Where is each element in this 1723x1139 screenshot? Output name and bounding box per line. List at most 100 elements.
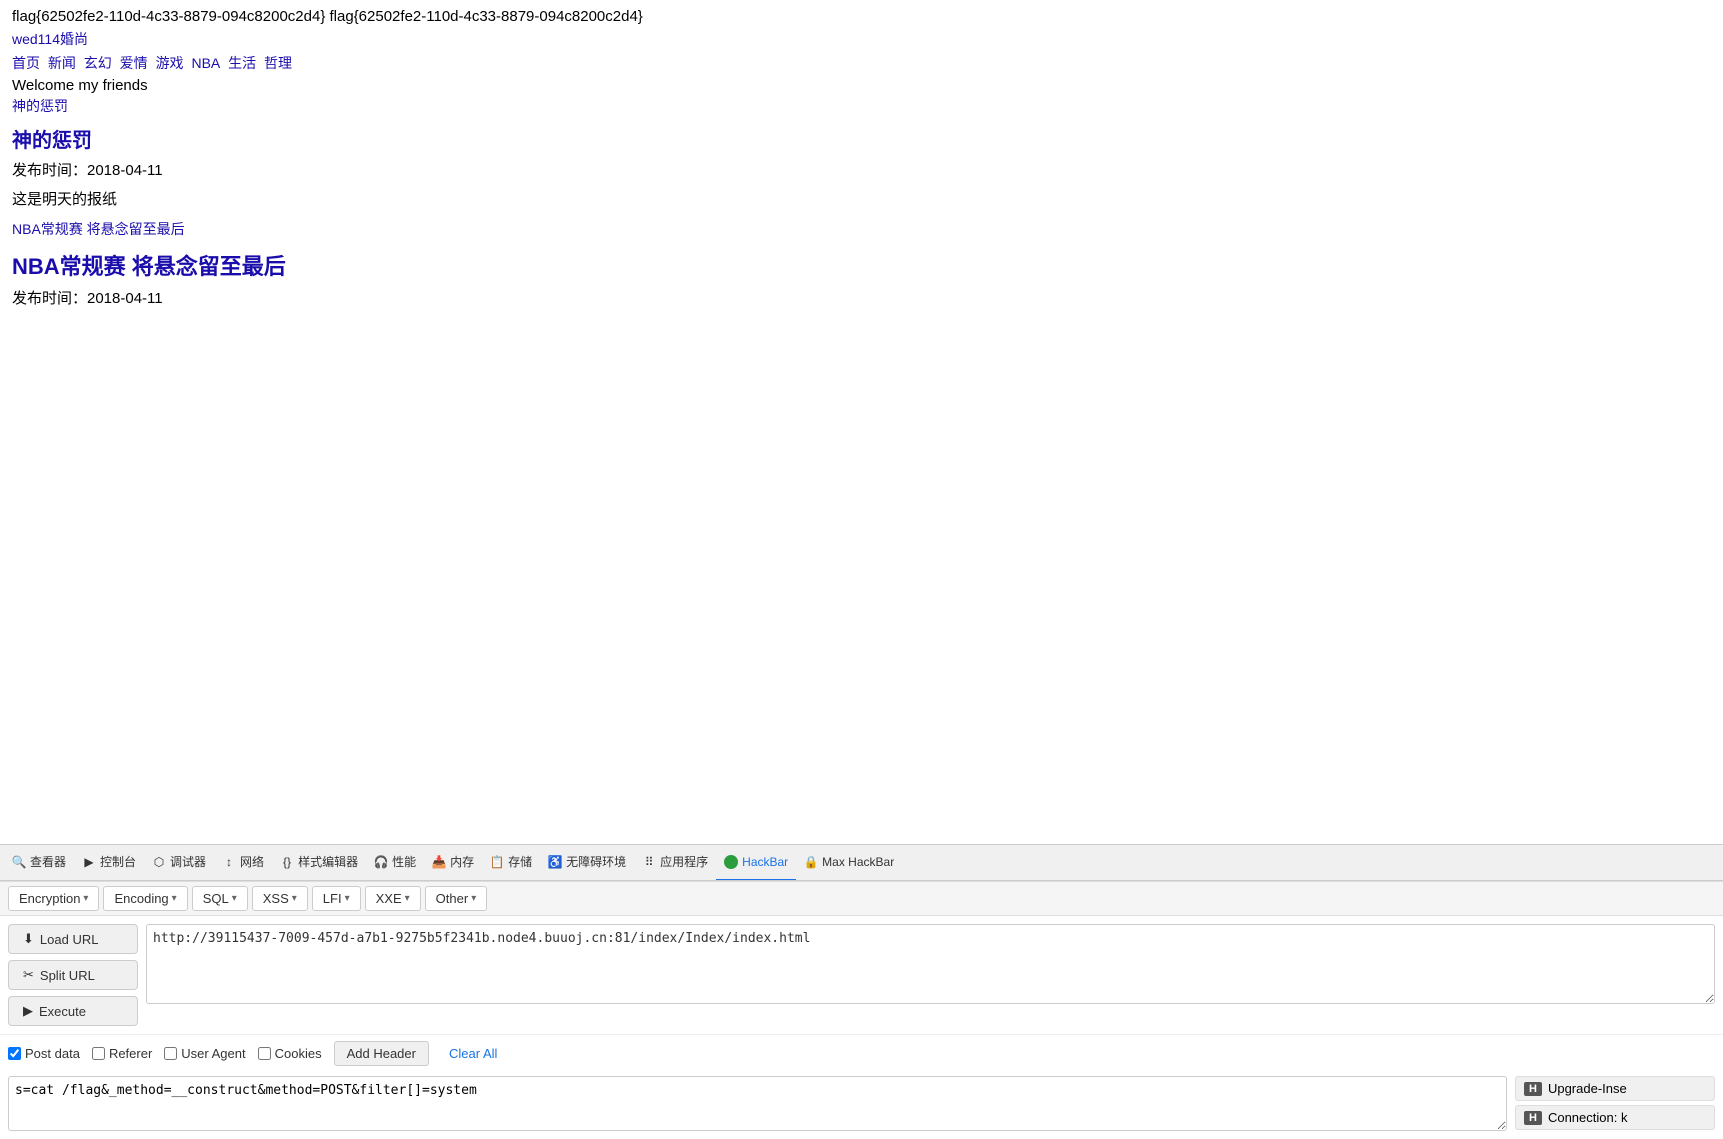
memory-icon: 📥 (432, 855, 446, 869)
clear-all-button[interactable]: Clear All (441, 1042, 505, 1065)
app-icon: ⠿ (642, 855, 656, 869)
header-item-1: H Upgrade-Inse (1515, 1076, 1715, 1101)
post-body-input[interactable]: s=cat /flag&_method=__construct&method=P… (8, 1076, 1507, 1131)
user-agent-label: User Agent (181, 1046, 245, 1061)
devtools-tabs: 🔍 查看器 ▶ 控制台 ⬡ 调试器 ↕ 网络 {} 样式编辑器 🎧 性能 📥 内… (0, 845, 1723, 881)
encoding-label: Encoding (114, 891, 168, 906)
post-data-checkbox[interactable] (8, 1047, 21, 1060)
nav-life[interactable]: 生活 (228, 55, 256, 71)
postdata-row: Post data Referer User Agent Cookies Add… (0, 1034, 1723, 1072)
tab-accessibility[interactable]: ♿ 无障碍环境 (540, 845, 634, 881)
tab-storage[interactable]: 📋 存储 (482, 845, 540, 881)
split-url-label: Split URL (40, 968, 95, 983)
hackbar-body: ⬇ Load URL ✂ Split URL ▶ Execute http://… (0, 916, 1723, 1034)
split-url-button[interactable]: ✂ Split URL (8, 960, 138, 990)
split-url-icon: ✂ (23, 967, 34, 983)
hackbar-panel: Encryption ▾ Encoding ▾ SQL ▾ XSS ▾ LFI … (0, 881, 1723, 1139)
header-list: H Upgrade-Inse H Connection: k (1515, 1076, 1715, 1131)
tab-performance[interactable]: 🎧 性能 (366, 845, 424, 881)
post-data-checkbox-label[interactable]: Post data (8, 1046, 80, 1061)
sql-label: SQL (203, 891, 229, 906)
xxe-arrow: ▾ (405, 893, 410, 904)
sql-arrow: ▾ (232, 893, 237, 904)
xss-label: XSS (263, 891, 289, 906)
tab-hackbar[interactable]: HackBar (716, 845, 796, 881)
related-link[interactable]: NBA常规赛 将悬念留至最后 (12, 219, 1711, 239)
tab-app[interactable]: ⠿ 应用程序 (634, 845, 716, 881)
nav-news[interactable]: 新闻 (48, 55, 76, 71)
tab-debugger-label: 调试器 (170, 853, 206, 870)
article2-pubdate: 发布时间：2018-04-11 (12, 287, 1711, 308)
url-input[interactable]: http://39115437-7009-457d-a7b1-9275b5f23… (146, 924, 1715, 1004)
nav-links: wed114婚尚 (12, 29, 1711, 49)
referer-label: Referer (109, 1046, 152, 1061)
tab-style-editor-label: 样式编辑器 (298, 853, 358, 870)
nav-bar: 首页 新闻 玄幻 爱情 游戏 NBA 生活 哲理 (12, 53, 1711, 73)
load-url-label: Load URL (40, 932, 99, 947)
nav-home[interactable]: 首页 (12, 55, 40, 71)
load-url-icon: ⬇ (23, 931, 34, 947)
article1-pubdate: 发布时间：2018-04-11 (12, 159, 1711, 180)
tab-console[interactable]: ▶ 控制台 (74, 845, 144, 881)
tab-accessibility-label: 无障碍环境 (566, 853, 626, 870)
site-name-link[interactable]: wed114婚尚 (12, 31, 88, 47)
encoding-menu[interactable]: Encoding ▾ (103, 886, 187, 911)
encryption-menu[interactable]: Encryption ▾ (8, 886, 99, 911)
sql-menu[interactable]: SQL ▾ (192, 886, 248, 911)
nav-philosophy[interactable]: 哲理 (264, 55, 292, 71)
xxe-menu[interactable]: XXE ▾ (365, 886, 421, 911)
debugger-icon: ⬡ (152, 855, 166, 869)
other-label: Other (436, 891, 469, 906)
tab-performance-label: 性能 (392, 853, 416, 870)
lfi-menu[interactable]: LFI ▾ (312, 886, 361, 911)
tab-inspector[interactable]: 🔍 查看器 (4, 845, 74, 881)
tab-maxhackbar-label: Max HackBar (822, 855, 894, 869)
add-header-button[interactable]: Add Header (334, 1041, 429, 1066)
referer-checkbox-label[interactable]: Referer (92, 1046, 152, 1061)
cookies-label: Cookies (275, 1046, 322, 1061)
xss-menu[interactable]: XSS ▾ (252, 886, 308, 911)
execute-button[interactable]: ▶ Execute (8, 996, 138, 1026)
lfi-arrow: ▾ (345, 893, 350, 904)
load-url-button[interactable]: ⬇ Load URL (8, 924, 138, 954)
inspector-icon: 🔍 (12, 855, 26, 869)
other-menu[interactable]: Other ▾ (425, 886, 488, 911)
referer-checkbox[interactable] (92, 1047, 105, 1060)
post-body-area: s=cat /flag&_method=__construct&method=P… (0, 1072, 1723, 1139)
user-agent-checkbox[interactable] (164, 1047, 177, 1060)
tab-inspector-label: 查看器 (30, 853, 66, 870)
nav-love[interactable]: 爱情 (120, 55, 148, 71)
hackbar-icon (724, 855, 738, 869)
tab-console-label: 控制台 (100, 853, 136, 870)
article1-title[interactable]: 神的惩罚 (12, 124, 1711, 153)
tab-hackbar-label: HackBar (742, 855, 788, 869)
maxhackbar-icon: 🔒 (804, 855, 818, 869)
tab-maxhackbar[interactable]: 🔒 Max HackBar (796, 845, 902, 881)
nav-nba[interactable]: NBA (191, 55, 220, 71)
nav-games[interactable]: 游戏 (156, 55, 184, 71)
user-agent-checkbox-label[interactable]: User Agent (164, 1046, 245, 1061)
style-editor-icon: {} (280, 855, 294, 869)
accessibility-icon: ♿ (548, 855, 562, 869)
network-icon: ↕ (222, 855, 236, 869)
main-content: flag{62502fe2-110d-4c33-8879-094c8200c2d… (0, 0, 1723, 624)
tab-network[interactable]: ↕ 网络 (214, 845, 272, 881)
hackbar-left-actions: ⬇ Load URL ✂ Split URL ▶ Execute (8, 924, 138, 1026)
nav-xuanhuan[interactable]: 玄幻 (84, 55, 112, 71)
encoding-arrow: ▾ (172, 893, 177, 904)
clear-all-label: Clear All (449, 1046, 497, 1061)
add-header-label: Add Header (347, 1046, 416, 1061)
cookies-checkbox[interactable] (258, 1047, 271, 1060)
cookies-checkbox-label[interactable]: Cookies (258, 1046, 322, 1061)
tab-storage-label: 存储 (508, 853, 532, 870)
tab-style-editor[interactable]: {} 样式编辑器 (272, 845, 366, 881)
tab-debugger[interactable]: ⬡ 调试器 (144, 845, 214, 881)
header-item-2: H Connection: k (1515, 1105, 1715, 1130)
header-item-2-label: Connection: k (1548, 1110, 1628, 1125)
xss-arrow: ▾ (292, 893, 297, 904)
tab-memory[interactable]: 📥 内存 (424, 845, 482, 881)
other-arrow: ▾ (471, 893, 476, 904)
article2-title[interactable]: NBA常规赛 将悬念留至最后 (12, 249, 1711, 281)
article1-body: 这是明天的报纸 (12, 188, 1711, 209)
breadcrumb-link[interactable]: 神的惩罚 (12, 96, 1711, 116)
